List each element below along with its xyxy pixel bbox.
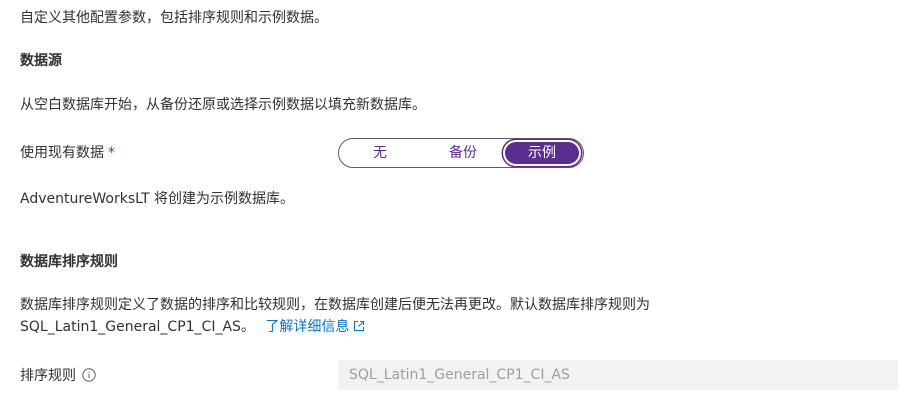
use-existing-data-label-row: 使用现有数据 *: [20, 143, 115, 163]
info-icon[interactable]: [82, 368, 96, 382]
use-existing-data-toggle[interactable]: 无 备份 示例: [338, 138, 584, 168]
option-sample[interactable]: 示例: [505, 142, 579, 164]
option-none[interactable]: 无: [343, 142, 417, 164]
external-link-icon[interactable]: [353, 318, 365, 338]
use-existing-data-label: 使用现有数据: [20, 145, 104, 161]
collation-label: 排序规则: [20, 368, 76, 384]
collation-label-row: 排序规则: [20, 366, 96, 386]
collation-description-line2: SQL_Latin1_General_CP1_CI_AS。: [20, 319, 255, 335]
required-marker: *: [108, 145, 115, 161]
data-source-heading: 数据源: [20, 53, 62, 69]
collation-heading: 数据库排序规则: [20, 254, 118, 270]
option-backup[interactable]: 备份: [423, 142, 503, 164]
collation-description-line1: 数据库排序规则定义了数据的排序和比较规则，在数据库创建后便无法再更改。默认数据库…: [20, 297, 650, 313]
learn-more-link[interactable]: 了解详细信息: [265, 319, 365, 335]
data-source-description: 从空白数据库开始，从备份还原或选择示例数据以填充新数据库。: [20, 97, 426, 113]
learn-more-text[interactable]: 了解详细信息: [265, 319, 349, 335]
collation-field: SQL_Latin1_General_CP1_CI_AS: [338, 360, 898, 390]
intro-text: 自定义其他配置参数，包括排序规则和示例数据。: [20, 10, 328, 26]
sample-database-note: AdventureWorksLT 将创建为示例数据库。: [20, 191, 295, 207]
collation-description-line2-row: SQL_Latin1_General_CP1_CI_AS。 了解详细信息: [20, 317, 365, 338]
